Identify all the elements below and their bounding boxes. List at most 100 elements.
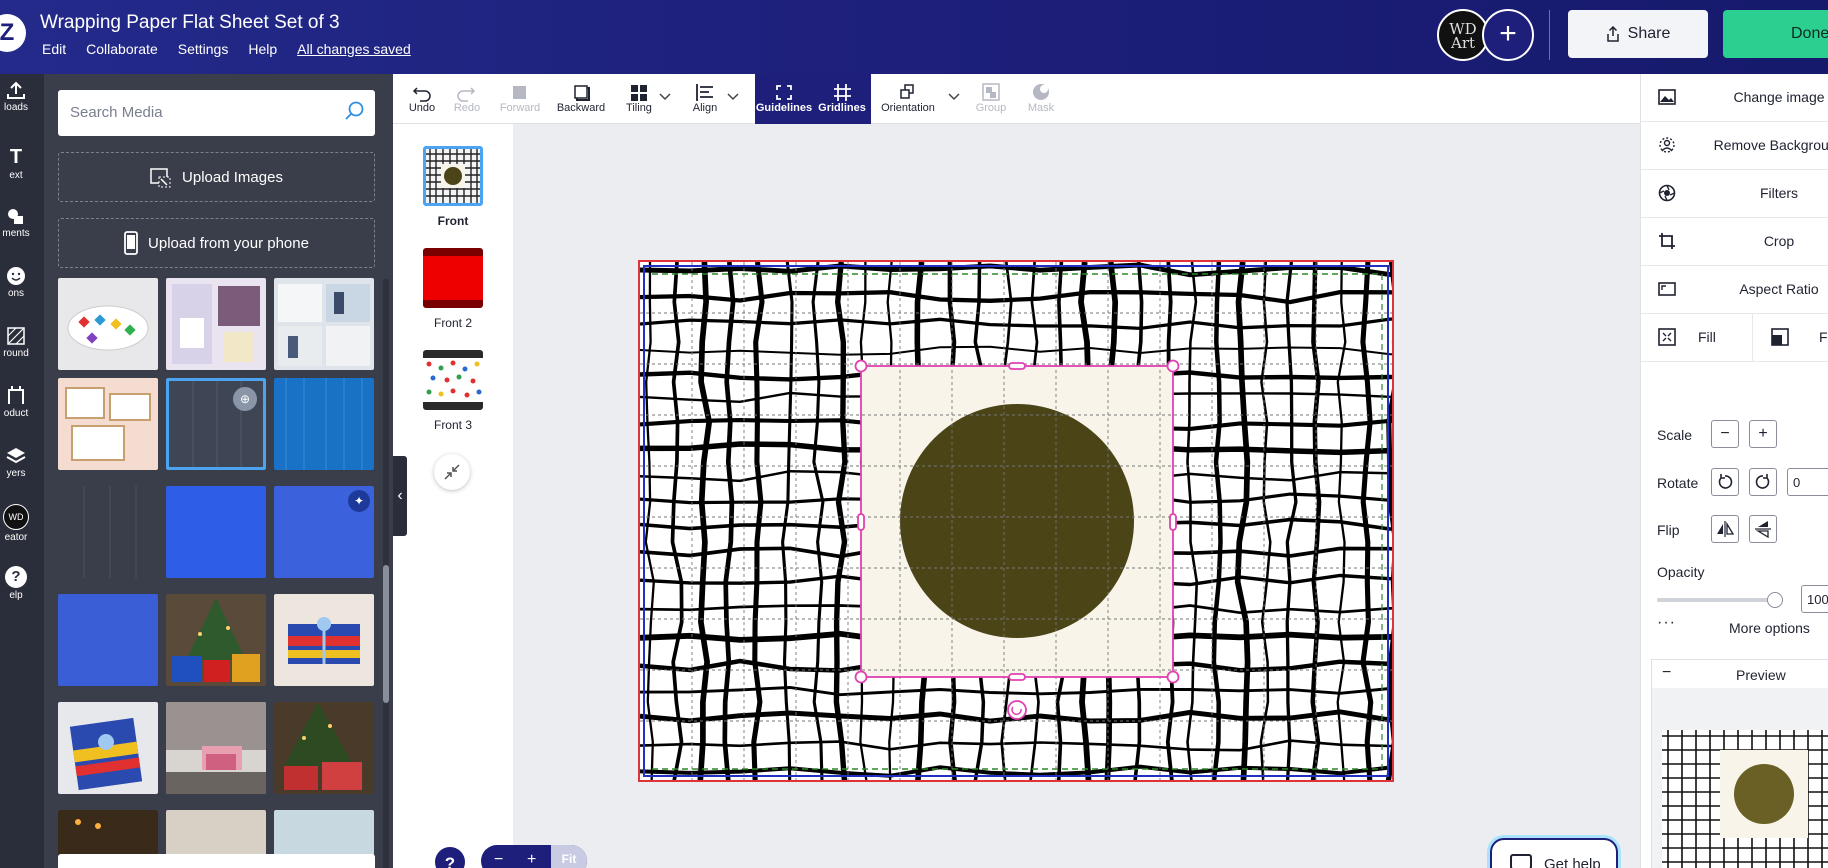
opacity-slider-knob[interactable]: [1767, 592, 1783, 608]
media-thumb[interactable]: [166, 486, 266, 578]
share-button[interactable]: Share: [1568, 10, 1708, 58]
add-collaborator-button[interactable]: +: [1482, 9, 1534, 61]
guidelines-button[interactable]: Guidelines: [755, 74, 813, 124]
rail-icons[interactable]: ons: [0, 266, 44, 299]
filters-button[interactable]: Filters: [1641, 170, 1828, 218]
rail-product[interactable]: oduct: [0, 386, 44, 419]
menu-help[interactable]: Help: [248, 41, 277, 57]
page-thumb-front-2[interactable]: [423, 248, 483, 308]
media-thumb[interactable]: [166, 702, 266, 794]
rotate-left-button[interactable]: [1711, 468, 1739, 496]
media-thumb[interactable]: [274, 702, 374, 794]
zoom-fit-button[interactable]: Fit: [551, 845, 587, 868]
crop-button[interactable]: Crop: [1641, 218, 1828, 266]
resize-handle[interactable]: [854, 670, 868, 684]
zoom-in-button[interactable]: +: [527, 851, 536, 868]
media-thumb[interactable]: [274, 378, 374, 470]
rail-background[interactable]: round: [0, 326, 44, 359]
media-scrollbar[interactable]: [383, 279, 389, 868]
wrapping-paper-design[interactable]: [639, 261, 1441, 783]
get-help-button[interactable]: Get help: [1490, 838, 1618, 868]
orientation-button[interactable]: Orientation: [877, 74, 939, 124]
magic-icon[interactable]: ✦: [348, 490, 370, 512]
redo-icon: [457, 87, 476, 102]
resize-handle[interactable]: [1008, 362, 1026, 370]
scale-down-button[interactable]: −: [1711, 420, 1739, 448]
scrollbar-thumb[interactable]: [383, 565, 389, 703]
tiling-caret-icon[interactable]: [658, 92, 672, 102]
media-thumb[interactable]: [274, 594, 374, 686]
rail-uploads[interactable]: loads: [0, 80, 44, 113]
rail-help[interactable]: ? elp: [0, 566, 44, 601]
media-thumb[interactable]: [58, 378, 158, 470]
zazzle-logo[interactable]: Z: [0, 14, 26, 52]
flip-horizontal-button[interactable]: [1711, 515, 1739, 543]
zoom-preview-icon[interactable]: ⊕: [233, 387, 257, 411]
forward-button[interactable]: Forward: [497, 74, 543, 124]
upload-images-button[interactable]: Upload Images: [58, 152, 375, 202]
rotate-right-button[interactable]: [1749, 468, 1777, 496]
rail-layers[interactable]: yers: [0, 446, 44, 479]
mask-button[interactable]: Mask: [1021, 74, 1061, 124]
preview-header[interactable]: − Preview: [1651, 659, 1828, 689]
done-button[interactable]: Done: [1723, 10, 1828, 58]
menu-collaborate[interactable]: Collaborate: [86, 41, 158, 57]
search-input[interactable]: Search Media: [58, 90, 375, 136]
save-status[interactable]: All changes saved: [297, 41, 411, 57]
resize-handle[interactable]: [1166, 670, 1180, 684]
media-thumb[interactable]: [58, 594, 158, 686]
tiling-button[interactable]: Tiling: [617, 74, 661, 124]
collapse-preview-icon[interactable]: −: [1662, 664, 1671, 682]
resize-handle[interactable]: [1169, 513, 1177, 531]
resize-handle[interactable]: [1008, 673, 1026, 681]
rail-elements[interactable]: ments: [0, 206, 44, 239]
document-title[interactable]: Wrapping Paper Flat Sheet Set of 3: [40, 12, 340, 34]
fit-button[interactable]: Fi: [1753, 314, 1828, 361]
opacity-input[interactable]: 100: [1801, 585, 1828, 613]
resize-handle[interactable]: [1166, 359, 1180, 373]
more-options-button[interactable]: ··· More options: [1641, 612, 1828, 644]
backward-button[interactable]: Backward: [555, 74, 607, 124]
image-square[interactable]: [861, 366, 1173, 677]
menu-settings[interactable]: Settings: [178, 41, 229, 57]
undo-button[interactable]: Undo: [403, 74, 441, 124]
resize-handle[interactable]: [854, 359, 868, 373]
media-thumb[interactable]: [274, 278, 374, 370]
rail-text[interactable]: T ext: [0, 146, 44, 181]
media-thumb[interactable]: [166, 594, 266, 686]
page-thumb-front-3[interactable]: [423, 350, 483, 410]
circle-shape[interactable]: [900, 404, 1134, 638]
change-image-button[interactable]: Change image: [1641, 74, 1828, 122]
media-thumb[interactable]: [58, 702, 158, 794]
menu-edit[interactable]: Edit: [42, 41, 66, 57]
redo-button[interactable]: Redo: [449, 74, 485, 124]
scale-up-button[interactable]: +: [1749, 420, 1777, 448]
group-button[interactable]: Group: [971, 74, 1011, 124]
resize-handle[interactable]: [857, 513, 865, 531]
align-button[interactable]: Align: [683, 74, 727, 124]
zoom-out-button[interactable]: −: [494, 851, 503, 868]
upload-phone-button[interactable]: Upload from your phone: [58, 218, 375, 268]
media-thumb[interactable]: ✦: [274, 486, 374, 578]
media-thumb[interactable]: [58, 486, 158, 578]
orientation-caret-icon[interactable]: [947, 92, 961, 102]
aspect-ratio-button[interactable]: Aspect Ratio: [1641, 266, 1828, 314]
rotate-handle[interactable]: [1007, 700, 1027, 720]
media-thumb-selected[interactable]: ⊕: [166, 378, 266, 470]
opacity-slider[interactable]: [1657, 592, 1783, 608]
align-caret-icon[interactable]: [726, 92, 740, 102]
rail-creator[interactable]: WD eator: [0, 504, 44, 543]
media-thumb[interactable]: [58, 278, 158, 370]
compress-pages-button[interactable]: [434, 454, 470, 490]
rotate-input[interactable]: 0: [1787, 468, 1828, 496]
tiling-icon: [631, 85, 647, 101]
gridlines-button[interactable]: Gridlines: [813, 74, 871, 124]
collapse-panel-button[interactable]: ‹: [393, 456, 407, 536]
page-thumb-front[interactable]: [423, 146, 483, 206]
flip-vertical-button[interactable]: [1749, 515, 1777, 543]
design-canvas[interactable]: [638, 260, 1441, 783]
search-icon[interactable]: [343, 100, 365, 122]
media-thumb[interactable]: [166, 278, 266, 370]
remove-background-button[interactable]: Remove Background: [1641, 122, 1828, 170]
fill-button[interactable]: Fill: [1641, 314, 1753, 361]
